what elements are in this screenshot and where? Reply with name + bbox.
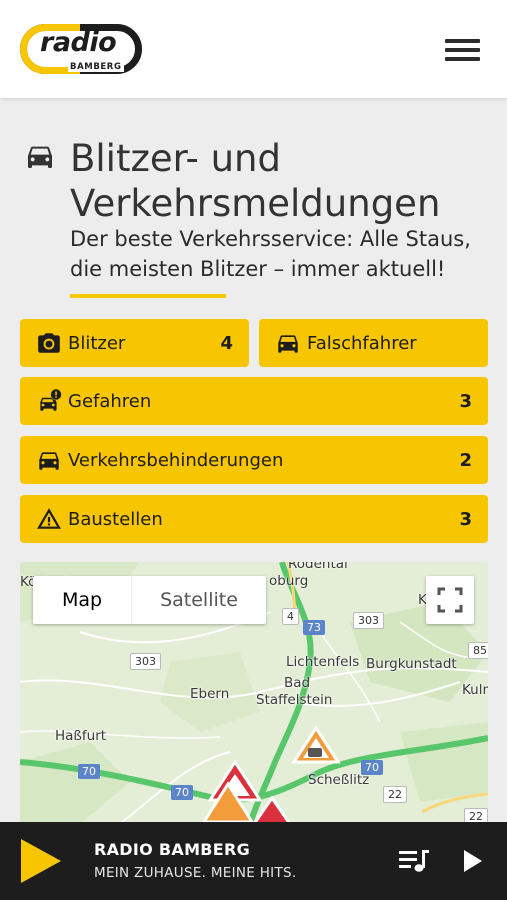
place-label: Kulr xyxy=(462,682,488,698)
road-shield: 303 xyxy=(353,612,384,629)
place-label: oburg xyxy=(269,573,309,589)
place-label: Scheßlitz xyxy=(308,772,370,788)
logo-subtext: BAMBERG xyxy=(68,62,124,72)
road-shield: 22 xyxy=(383,786,407,803)
audio-player-bar: RADIO BAMBERG MEIN ZUHAUSE. MEINE HITS. xyxy=(0,822,507,900)
verkehrsbehinderungen-count: 2 xyxy=(459,449,472,471)
place-label: Rödental xyxy=(288,562,348,572)
station-name: RADIO BAMBERG xyxy=(94,840,251,859)
falschfahrer-button[interactable]: Falschfahrer xyxy=(259,319,488,367)
play-small-icon[interactable] xyxy=(462,850,484,872)
fullscreen-button[interactable] xyxy=(426,576,474,624)
road-shield: 70 xyxy=(171,785,193,800)
fullscreen-icon xyxy=(437,587,463,613)
play-icon[interactable] xyxy=(19,839,63,883)
place-label: Ebern xyxy=(190,686,230,702)
playlist-icon[interactable] xyxy=(398,848,430,874)
road-shield: 70 xyxy=(78,764,100,779)
car-icon xyxy=(275,330,301,356)
hamburger-menu-icon[interactable] xyxy=(442,36,482,64)
place-label: Haßfurt xyxy=(55,728,107,744)
page-subtitle: Der beste Verkehrsservice: Alle Staus, d… xyxy=(70,227,471,281)
blitzer-button[interactable]: Blitzer 4 xyxy=(20,319,249,367)
gefahren-count: 3 xyxy=(459,390,472,412)
baustellen-label: Baustellen xyxy=(68,508,163,530)
place-label: Burgkunstadt xyxy=(366,656,457,672)
gefahren-label: Gefahren xyxy=(68,390,152,412)
header: radio BAMBERG xyxy=(0,0,507,98)
radio-bamberg-logo[interactable]: radio BAMBERG xyxy=(20,24,144,76)
verkehrsbehinderungen-button[interactable]: Verkehrsbehinderungen 2 xyxy=(20,436,488,484)
road-shield: 4 xyxy=(282,608,299,625)
logo-text: radio xyxy=(40,27,117,58)
map-type-satellite-button[interactable]: Satellite xyxy=(131,576,266,624)
car-warning-icon xyxy=(36,388,62,414)
road-shield: 70 xyxy=(361,760,383,775)
road-shield: 73 xyxy=(303,620,325,635)
blitzer-count: 4 xyxy=(220,332,233,354)
map-type-control: Map Satellite xyxy=(33,576,266,624)
place-label: Staffelstein xyxy=(256,692,333,708)
blitzer-label: Blitzer xyxy=(68,332,126,354)
page-title: Blitzer- und Verkehrsmeldungen xyxy=(70,137,441,225)
car-icon xyxy=(36,447,62,473)
warning-triangle-icon xyxy=(36,506,62,532)
falschfahrer-label: Falschfahrer xyxy=(307,332,417,354)
place-label: Bad xyxy=(284,675,311,691)
gefahren-button[interactable]: Gefahren 3 xyxy=(20,377,488,425)
verkehrsbehinderungen-label: Verkehrsbehinderungen xyxy=(68,449,284,471)
traffic-map[interactable]: Königsberg Rödental oburg K Lichtenfels … xyxy=(20,562,488,824)
camera-icon xyxy=(36,330,62,356)
map-type-map-button[interactable]: Map xyxy=(33,576,131,624)
car-icon xyxy=(28,146,52,168)
road-shield: 303 xyxy=(130,653,161,670)
baustellen-button[interactable]: Baustellen 3 xyxy=(20,495,488,543)
title-underline xyxy=(70,294,226,298)
baustellen-count: 3 xyxy=(459,508,472,530)
station-slogan: MEIN ZUHAUSE. MEINE HITS. xyxy=(94,865,297,881)
road-shield: 85 xyxy=(468,642,488,659)
place-label: Lichtenfels xyxy=(286,654,360,670)
